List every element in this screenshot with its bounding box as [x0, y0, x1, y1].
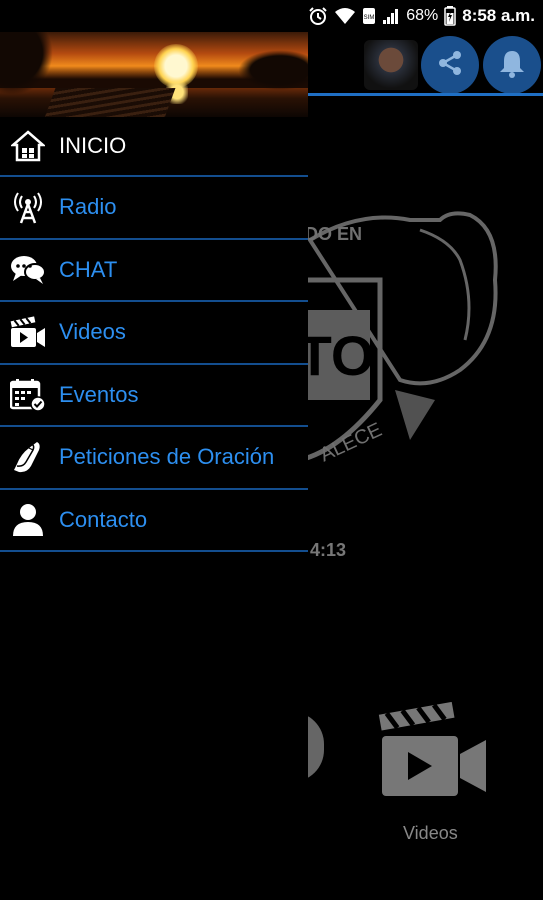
- menu-label-chat: CHAT: [59, 256, 118, 282]
- menu-label-videos: Videos: [59, 319, 126, 345]
- video-camera-icon[interactable]: [378, 702, 490, 802]
- logo-text-bottom: ALECE: [317, 419, 386, 467]
- battery-percent: 68%: [406, 7, 439, 24]
- header-divider: [308, 93, 543, 96]
- wifi-icon: [334, 6, 356, 26]
- alarm-icon: [308, 6, 328, 26]
- menu-item-chat[interactable]: CHAT: [0, 240, 308, 302]
- drawer-header-image: [0, 32, 308, 117]
- videos-label[interactable]: Videos: [403, 823, 458, 844]
- person-icon: [10, 502, 46, 538]
- navigation-drawer: INICIO Radio CHAT Videos Eventos Peticio…: [0, 32, 308, 900]
- video-clapper-icon: [10, 314, 46, 350]
- bell-icon: [498, 48, 526, 83]
- chat-bubbles-icon: [10, 252, 46, 288]
- logo-text-top: DO EN: [305, 224, 362, 244]
- logo-text-mid: TO: [300, 324, 374, 387]
- menu-label-inicio: INICIO: [59, 133, 127, 158]
- drawer-menu: INICIO Radio CHAT Videos Eventos Peticio…: [0, 117, 308, 552]
- share-icon: [435, 48, 465, 83]
- menu-label-eventos: Eventos: [59, 381, 139, 407]
- status-time: 8:58 a.m.: [462, 6, 535, 25]
- menu-label-contacto: Contacto: [59, 506, 148, 532]
- menu-item-eventos[interactable]: Eventos: [0, 365, 308, 427]
- praying-hands-icon: [10, 439, 46, 475]
- menu-item-videos[interactable]: Videos: [0, 302, 308, 365]
- home-icon: [10, 128, 46, 164]
- sim-icon: SIM: [362, 6, 376, 26]
- status-bar: SIM 68% 8:58 a.m.: [0, 0, 543, 32]
- menu-item-inicio[interactable]: INICIO: [0, 117, 308, 177]
- battery-icon: [444, 6, 456, 26]
- radio-tower-icon: [10, 189, 46, 225]
- time-fragment: 4:13: [310, 540, 347, 560]
- menu-item-radio[interactable]: Radio: [0, 177, 308, 240]
- share-button[interactable]: [421, 36, 479, 94]
- menu-item-peticiones[interactable]: Peticiones de Oración: [0, 427, 308, 490]
- sim-label: SIM: [364, 15, 375, 21]
- calendar-icon: [10, 377, 46, 413]
- menu-label-peticiones: Peticiones de Oración: [59, 444, 275, 470]
- avatar[interactable]: [364, 40, 418, 90]
- ministry-logo: TO DO EN ALECE: [300, 211, 498, 467]
- signal-icon: [382, 6, 400, 26]
- menu-item-contacto[interactable]: Contacto: [0, 490, 308, 552]
- notifications-button[interactable]: [483, 36, 541, 94]
- menu-label-radio: Radio: [59, 194, 117, 220]
